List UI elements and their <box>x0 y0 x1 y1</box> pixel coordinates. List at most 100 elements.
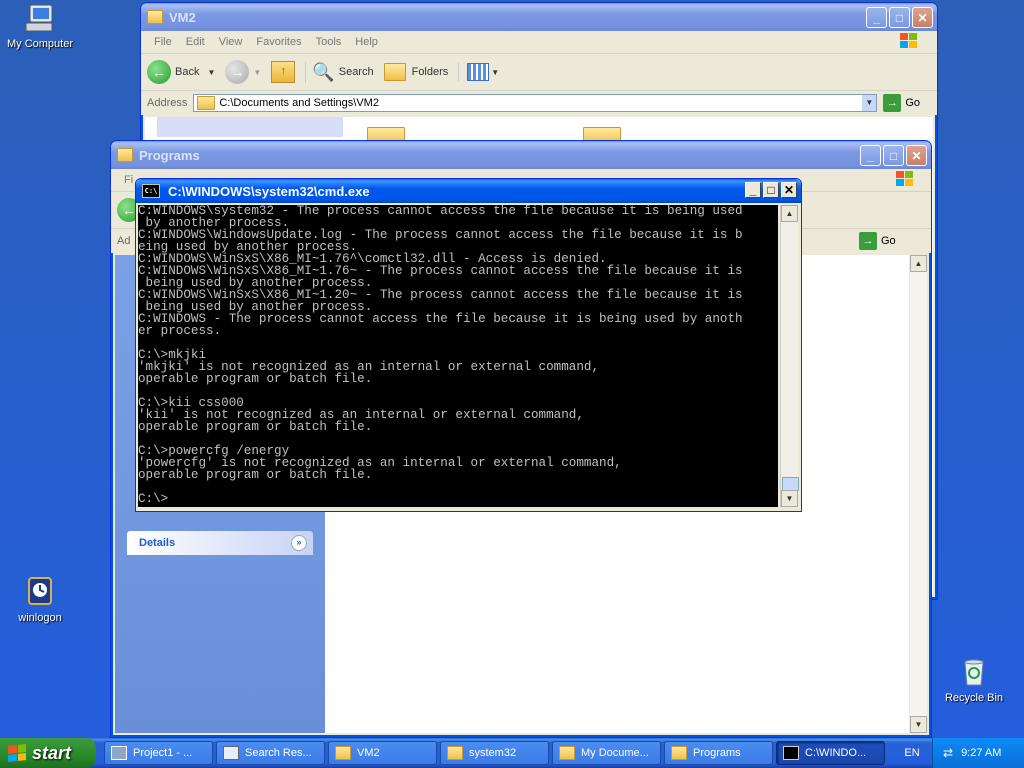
close-button[interactable]: ✕ <box>906 145 927 166</box>
menu-help[interactable]: Help <box>355 36 378 48</box>
maximize-button[interactable]: □ <box>883 145 904 166</box>
folders-label: Folders <box>411 66 449 78</box>
close-button[interactable]: ✕ <box>912 7 933 28</box>
go-button[interactable]: → Go <box>859 232 896 250</box>
search-icon: 🔍 <box>312 61 335 82</box>
chevron-down-icon: ▼ <box>491 67 500 77</box>
console-scrollbar[interactable]: ▲ ▼ <box>780 205 799 507</box>
scroll-up-button[interactable]: ▲ <box>781 205 798 222</box>
task-label: system32 <box>469 747 517 759</box>
menu-tools[interactable]: Tools <box>316 36 342 48</box>
chevron-down-icon[interactable]: » <box>291 535 307 551</box>
scroll-down-button[interactable]: ▼ <box>781 490 798 507</box>
folder-icon <box>197 96 216 110</box>
scroll-up-button[interactable]: ▲ <box>910 255 927 272</box>
maximize-button[interactable]: □ <box>763 182 779 198</box>
address-bar: Address C:\Documents and Settings\VM2 ▼ … <box>141 91 937 115</box>
go-button[interactable]: → Go <box>883 94 920 112</box>
views-button[interactable]: ▼ <box>458 63 499 81</box>
winlogon-icon <box>24 576 56 608</box>
desktop-icon-label: My Computer <box>6 38 74 50</box>
taskbar-item-my-documents[interactable]: My Docume... <box>552 741 661 765</box>
close-button[interactable]: ✕ <box>781 182 797 198</box>
forward-button[interactable]: → ▼ <box>225 60 261 84</box>
start-label: start <box>32 742 72 763</box>
taskbar-item-system32[interactable]: system32 <box>440 741 549 765</box>
go-arrow-icon: → <box>859 232 877 250</box>
language-indicator[interactable]: EN <box>892 747 932 759</box>
cmd-icon <box>783 746 799 760</box>
folders-icon <box>383 63 406 81</box>
address-label: Ad <box>117 235 131 247</box>
menu-file[interactable]: Fi <box>124 174 133 186</box>
desktop-icon-winlogon[interactable]: winlogon <box>0 576 80 624</box>
folder-icon <box>335 746 351 760</box>
vertical-scrollbar[interactable]: ▲ ▼ <box>910 255 927 733</box>
network-icon[interactable]: ⇄ <box>943 746 953 760</box>
task-label: My Docume... <box>581 747 649 759</box>
start-button[interactable]: start <box>0 738 96 768</box>
minimize-button[interactable]: _ <box>860 145 881 166</box>
task-label: Programs <box>693 747 741 759</box>
windows-logo-icon <box>898 32 920 55</box>
details-label: Details <box>139 537 176 549</box>
cmd-window: C:\ C:\WINDOWS\system32\cmd.exe _ □ ✕ C:… <box>135 178 802 512</box>
window-title: Programs <box>139 147 200 163</box>
back-arrow-icon: ← <box>147 60 171 84</box>
taskbar-item-cmd[interactable]: C:\WINDO... <box>776 741 885 765</box>
desktop-icon-my-computer[interactable]: My Computer <box>0 2 80 50</box>
cmd-icon: C:\ <box>142 184 160 198</box>
chevron-down-icon[interactable]: ▼ <box>862 95 877 111</box>
desktop-icon-label: winlogon <box>18 612 62 624</box>
my-computer-icon <box>24 2 56 34</box>
up-folder-button[interactable]: ↑ <box>271 61 296 83</box>
menu-edit[interactable]: Edit <box>186 36 205 48</box>
console-text: C:WINDOWS\system32 - The process cannot … <box>138 205 743 506</box>
menu-file[interactable]: File <box>154 36 172 48</box>
back-label: Back <box>175 66 200 78</box>
window-titlebar[interactable]: Programs _ □ ✕ <box>111 141 931 169</box>
standard-toolbar: ← Back ▼ → ▼ ↑ 🔍 Search Folders ▼ <box>141 54 937 91</box>
taskbar-item-programs[interactable]: Programs <box>664 741 773 765</box>
folder-icon <box>147 10 163 24</box>
minimize-button[interactable]: _ <box>866 7 887 28</box>
back-button[interactable]: ← Back ▼ <box>147 60 215 84</box>
window-titlebar[interactable]: VM2 _ □ ✕ <box>141 3 937 31</box>
window-title: C:\WINDOWS\system32\cmd.exe <box>168 183 370 199</box>
task-list: Project1 - ... Search Res... VM2 system3… <box>104 741 888 765</box>
menu-favorites[interactable]: Favorites <box>256 36 301 48</box>
chevron-down-icon: ▼ <box>207 67 216 77</box>
clock[interactable]: 9:27 AM <box>961 747 1001 759</box>
go-label: Go <box>881 235 896 247</box>
forward-arrow-icon: → <box>225 60 250 84</box>
vb-project-icon <box>111 746 127 760</box>
task-label: Search Res... <box>245 747 312 759</box>
task-label: VM2 <box>357 747 380 759</box>
search-button[interactable]: 🔍 Search <box>305 61 374 83</box>
address-value: C:\Documents and Settings\VM2 <box>219 97 379 109</box>
menu-view[interactable]: View <box>219 36 243 48</box>
folder-icon <box>559 746 575 760</box>
taskbar: start Project1 - ... Search Res... VM2 s… <box>0 738 1024 768</box>
window-title: VM2 <box>169 9 196 25</box>
maximize-button[interactable]: □ <box>889 7 910 28</box>
go-arrow-icon: → <box>883 94 902 112</box>
address-input[interactable]: C:\Documents and Settings\VM2 ▼ <box>193 94 878 112</box>
folders-button[interactable]: Folders <box>383 63 449 81</box>
taskbar-item-project1[interactable]: Project1 - ... <box>104 741 213 765</box>
recycle-bin-icon <box>958 656 990 688</box>
search-label: Search <box>338 66 374 78</box>
windows-logo-icon <box>894 170 916 193</box>
desktop: My Computer winlogon Recycle Bin VM2 _ □… <box>0 0 1024 738</box>
console-output[interactable]: C:WINDOWS\system32 - The process cannot … <box>138 205 778 507</box>
minimize-button[interactable]: _ <box>745 182 761 198</box>
details-panel-header[interactable]: Details » <box>127 531 313 555</box>
scroll-down-button[interactable]: ▼ <box>910 716 927 733</box>
cmd-titlebar[interactable]: C:\ C:\WINDOWS\system32\cmd.exe _ □ ✕ <box>136 179 801 203</box>
scroll-thumb[interactable] <box>782 477 799 491</box>
taskbar-item-vm2[interactable]: VM2 <box>328 741 437 765</box>
go-label: Go <box>905 97 921 109</box>
taskbar-item-search-results[interactable]: Search Res... <box>216 741 325 765</box>
task-label: Project1 - ... <box>133 747 193 759</box>
desktop-icon-recycle-bin[interactable]: Recycle Bin <box>934 656 1014 704</box>
